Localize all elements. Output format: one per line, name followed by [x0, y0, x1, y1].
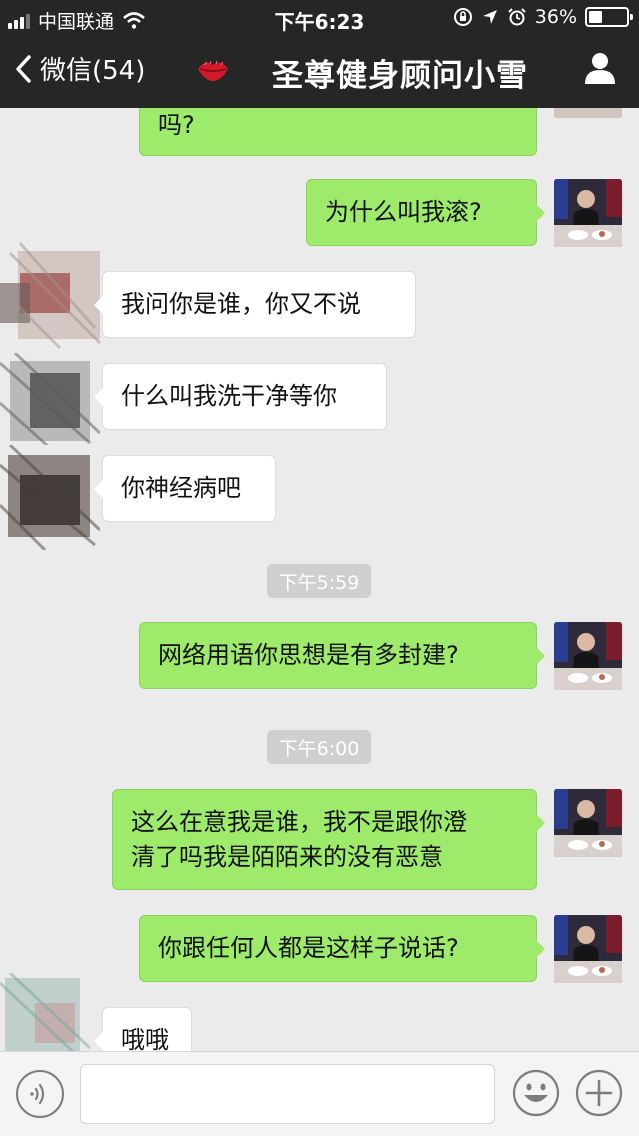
avatar-self[interactable]: [554, 622, 622, 690]
message-text-line: 清了吗我是陌陌来的没有恶意: [131, 842, 443, 871]
bubble-tail: [94, 296, 103, 314]
message-bubble-sent[interactable]: 这么在意我是谁，我不是跟你澄 清了吗我是陌陌来的没有恶意: [112, 789, 545, 890]
location-icon: [482, 10, 497, 24]
alarm-icon: [508, 8, 526, 26]
message-text: 网络用语你思想是有多封建?: [158, 641, 459, 669]
chat-title: 圣尊健身顾问小雪: [272, 58, 528, 94]
lips-icon: [198, 60, 228, 81]
message-bubble-sent[interactable]: 吗?: [139, 108, 537, 156]
avatar-contact[interactable]: [0, 973, 90, 1051]
message-text: 我问你是谁，你又不说: [121, 290, 361, 318]
avatar-self[interactable]: [554, 789, 622, 857]
timestamp: 下午5:59: [267, 564, 371, 598]
battery-percent: 36%: [534, 6, 577, 28]
bubble-tail: [94, 388, 103, 406]
message-bubble-sent[interactable]: 为什么叫我滚?: [306, 179, 545, 246]
person-icon[interactable]: [583, 51, 617, 85]
avatar-self[interactable]: [554, 915, 622, 983]
back-label: 微信(54): [40, 56, 146, 86]
bubble-tail: [94, 1032, 103, 1050]
battery-icon: [585, 7, 633, 27]
avatar-self[interactable]: [554, 108, 622, 118]
message-bubble-received[interactable]: 你神经病吧: [94, 455, 276, 522]
avatar-contact[interactable]: [0, 233, 108, 353]
message-text: 哦哦: [121, 1026, 169, 1051]
message-text: 为什么叫我滚?: [325, 198, 482, 226]
message-bubble-sent[interactable]: 网络用语你思想是有多封建?: [139, 622, 545, 689]
input-bar: [0, 1051, 639, 1136]
bubble-tail: [536, 647, 545, 665]
nav-bar: 微信(54) 圣尊健身顾问小雪: [0, 36, 639, 108]
rotation-lock-icon: [453, 8, 472, 26]
back-button[interactable]: 微信(54): [14, 50, 145, 87]
battery-fill: [589, 11, 602, 23]
message-input[interactable]: [80, 1064, 495, 1124]
bubble-tail: [536, 204, 545, 222]
chat-messages[interactable]: 吗? 为什么叫我滚? 我问你是谁，你又不说 什么叫我洗干净等你 你神经病吧 下午…: [0, 108, 639, 1051]
battery-cap: [630, 14, 633, 20]
avatar-self[interactable]: [554, 179, 622, 247]
bubble-tail: [536, 940, 545, 958]
avatar-contact[interactable]: [0, 445, 100, 550]
chevron-left-icon: [16, 54, 31, 83]
voice-icon: [30, 1083, 45, 1105]
plus-icon[interactable]: [575, 1069, 623, 1117]
message-bubble-sent[interactable]: 你跟任何人都是这样子说话?: [139, 915, 545, 982]
message-text-line: 这么在意我是谁，我不是跟你澄: [131, 807, 467, 836]
bubble-tail: [536, 814, 545, 832]
voice-button[interactable]: [16, 1070, 64, 1118]
message-text: 吗?: [158, 110, 195, 139]
status-bar: 中国联通 下午6:23 36%: [0, 0, 639, 36]
avatar-contact[interactable]: [0, 353, 100, 448]
message-bubble-received[interactable]: 什么叫我洗干净等你: [94, 363, 387, 430]
message-text: 你神经病吧: [121, 474, 241, 502]
message-text: 什么叫我洗干净等你: [121, 382, 337, 410]
message-text: 你跟任何人都是这样子说话?: [158, 934, 459, 962]
message-bubble-received[interactable]: 我问你是谁，你又不说: [94, 271, 416, 338]
bubble-tail: [94, 480, 103, 498]
status-right: 36%: [453, 6, 633, 28]
emoji-icon[interactable]: [512, 1069, 560, 1117]
message-bubble-received[interactable]: 哦哦: [94, 1007, 192, 1051]
timestamp: 下午6:00: [267, 730, 371, 764]
